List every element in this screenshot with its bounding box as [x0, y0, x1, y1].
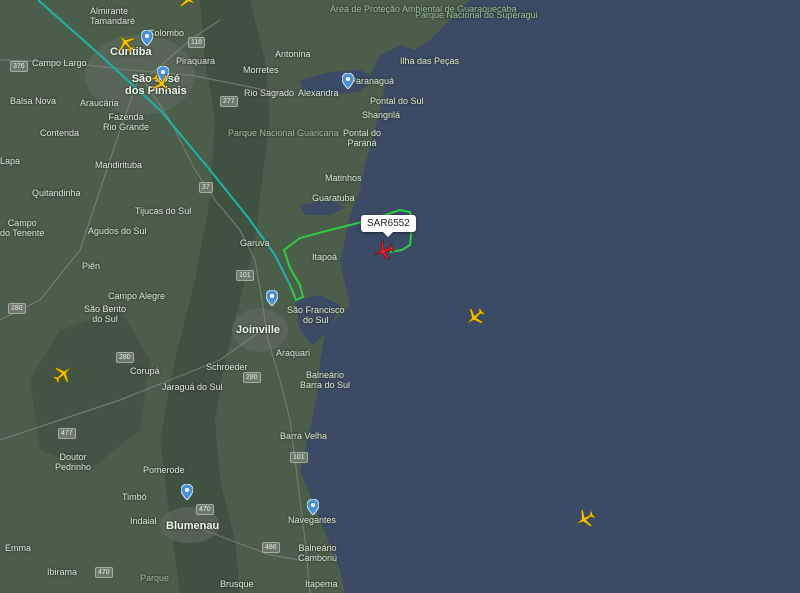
place-label: Garuva [240, 238, 270, 248]
city-label[interactable]: Joinville [236, 324, 280, 336]
flight-callsign-callout[interactable]: SAR6552 [361, 215, 416, 237]
place-label: Brusque [220, 579, 254, 589]
place-label: Agudos do Sul [88, 226, 147, 236]
location-pin-icon[interactable] [342, 73, 354, 89]
place-label: Contenda [40, 128, 80, 138]
road-shield: 101 [236, 270, 254, 281]
place-label: Morretes [243, 65, 279, 75]
place-label: Fazenda Rio Grande [103, 112, 150, 132]
place-label: Navegantes [288, 515, 337, 525]
place-label: Araquari [276, 348, 311, 358]
place-label: Ilha das Peças [400, 56, 460, 66]
road-shield: 477 [58, 428, 76, 439]
place-label: Colombo [148, 28, 185, 38]
road-shield: 277 [220, 96, 238, 107]
place-label: Matinhos [325, 173, 362, 183]
road-shield: 470 [196, 504, 214, 515]
place-label: Corupá [130, 366, 160, 376]
place-label: Balneário Barra do Sul [300, 370, 351, 390]
location-pin-icon[interactable] [181, 484, 193, 500]
city-label[interactable]: Blumenau [166, 520, 219, 532]
road-shield: 470 [95, 567, 113, 578]
place-label: Ibirama [47, 567, 78, 577]
flight-callsign: SAR6552 [367, 218, 410, 229]
place-label: Araucária [80, 98, 119, 108]
place-label: Piraquara [176, 56, 216, 66]
place-label: Paranaguá [350, 76, 395, 86]
place-label: Rio Sagrado [244, 88, 295, 98]
place-label: Quitandinha [32, 188, 81, 198]
road-shield: 280 [243, 372, 261, 383]
park-label: Parque Nacional do Superagui [415, 10, 538, 20]
place-label: Piên [82, 261, 101, 271]
place-label: Pontal do Paraná [343, 128, 382, 148]
place-label: Campo do Tenente [0, 218, 45, 238]
place-label: Guaratuba [312, 193, 355, 203]
location-pin-icon[interactable] [141, 30, 153, 46]
location-pin-icon[interactable] [307, 499, 319, 515]
place-label: Balneário Camboriú [298, 543, 338, 563]
place-label: São Bento do Sul [84, 304, 127, 324]
place-label: Mandirituba [95, 160, 143, 170]
road-shield: 116 [188, 37, 206, 48]
place-label: Emma [5, 543, 32, 553]
park-label: Parque [140, 573, 170, 583]
road-shield: 37 [199, 182, 213, 193]
place-label: Lapa [0, 156, 21, 166]
place-label: Shangrilá [362, 110, 401, 120]
place-label: Doutor Pedrinho [55, 452, 92, 472]
place-label: Campo Alegre [108, 291, 166, 301]
place-label: Campo Largo [32, 58, 87, 68]
place-label: Balsa Nova [10, 96, 57, 106]
place-label: São Francisco do Sul [287, 305, 345, 325]
park-label: Parque Nacional Guaricana [228, 128, 339, 138]
place-label: Timbó [122, 492, 147, 502]
road-shield: 280 [8, 303, 26, 314]
place-label: Alexandra [298, 88, 339, 98]
place-label: Almirante Tamandaré [90, 6, 136, 26]
road-shield: 376 [10, 61, 28, 72]
road-shield: 280 [116, 352, 134, 363]
place-label: Itapoá [312, 252, 338, 262]
flight-map[interactable]: Área de Proteção Ambiental de Guaraqueça… [0, 0, 800, 593]
place-label: Itapema [305, 579, 338, 589]
place-label: Tijucas do Sul [135, 206, 192, 216]
place-label: Antonina [275, 49, 311, 59]
place-label: Barra Velha [280, 431, 328, 441]
place-label: Schroeder [206, 362, 248, 372]
location-pin-icon[interactable] [266, 290, 278, 306]
road-shield: 486 [262, 542, 280, 553]
place-label: Indaial [130, 516, 157, 526]
place-label: Jaraguá do Sul [162, 382, 223, 392]
road-shield: 101 [290, 452, 308, 463]
place-label: Pontal do Sul [370, 96, 424, 106]
place-label: Pomerode [143, 465, 185, 475]
